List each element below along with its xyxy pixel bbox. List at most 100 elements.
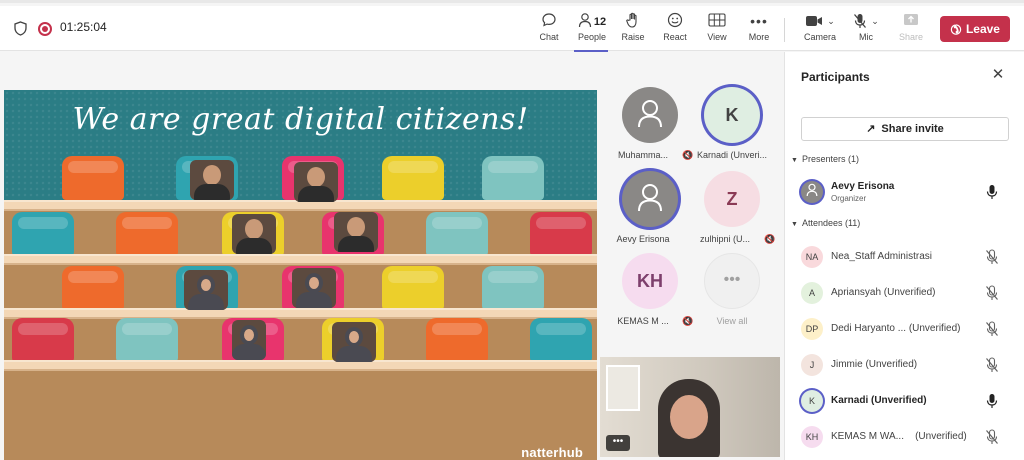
chair bbox=[530, 318, 592, 362]
chair bbox=[382, 156, 444, 200]
chevron-down-icon[interactable]: ⌄ bbox=[827, 16, 835, 26]
view-button[interactable]: View bbox=[695, 10, 739, 48]
video-options-button[interactable]: ••• bbox=[606, 435, 630, 451]
participant-row-kemas[interactable]: KH KEMAS M WA... (Unverified) bbox=[785, 423, 1023, 451]
gallery-tile-karnadi[interactable]: K Karnadi (Unveri... bbox=[686, 87, 778, 169]
chevron-down-icon[interactable]: ⌄ bbox=[871, 16, 879, 26]
mic-button[interactable]: ⌄ Mic bbox=[844, 10, 888, 48]
leave-button[interactable]: ✆Leave bbox=[940, 16, 1010, 42]
student-photo bbox=[232, 214, 276, 254]
student-photo bbox=[190, 160, 234, 200]
avatar bbox=[801, 181, 823, 203]
desk bbox=[4, 254, 597, 265]
participant-row-dedi-haryanto[interactable]: DP Dedi Haryanto ... (Unverified) bbox=[785, 315, 1023, 343]
chair bbox=[482, 266, 544, 310]
gallery-tile-kemas[interactable]: KH KEMAS M ... 🔇 bbox=[604, 253, 696, 335]
student-photo bbox=[184, 270, 228, 310]
camera-button[interactable]: ⌄ Camera bbox=[796, 10, 844, 48]
panel-title: Participants bbox=[801, 70, 870, 84]
chair bbox=[62, 156, 124, 200]
gallery-tile-muhamma[interactable]: Muhamma... 🔇 bbox=[604, 87, 696, 169]
participant-row-nea-staff[interactable]: NA Nea_Staff Administrasi bbox=[785, 243, 1023, 271]
raise-hand-button[interactable]: Raise bbox=[611, 10, 655, 48]
chair bbox=[116, 212, 178, 256]
share-button[interactable]: Share bbox=[889, 10, 933, 48]
presenters-section-toggle[interactable]: ▼ Presenters (1) bbox=[791, 154, 859, 164]
person-icon bbox=[638, 100, 662, 128]
gallery-name: Karnadi (Unveri... bbox=[696, 150, 768, 160]
shared-content-slide[interactable]: We are great digital citizens! natterhub bbox=[4, 90, 597, 460]
chair bbox=[116, 318, 178, 362]
participant-row-apriansyah[interactable]: A Apriansyah (Unverified) bbox=[785, 279, 1023, 307]
student-photo bbox=[292, 268, 336, 308]
camera-label: Camera bbox=[803, 32, 836, 42]
participant-name: KEMAS M WA... (Unverified) bbox=[831, 431, 967, 442]
react-button[interactable]: React bbox=[653, 10, 697, 48]
people-icon bbox=[578, 13, 591, 28]
more-icon: ••• bbox=[750, 13, 768, 29]
gallery-tile-zulhipni[interactable]: Z zulhipni (U... 🔇 bbox=[686, 171, 778, 253]
avatar: DP bbox=[801, 318, 823, 340]
participant-name: Jimmie (Unverified) bbox=[831, 359, 918, 370]
collapse-triangle-icon: ▼ bbox=[791, 221, 798, 228]
avatar bbox=[622, 171, 678, 227]
avatar: K bbox=[704, 87, 760, 143]
gallery-name: zulhipni (U... bbox=[699, 234, 751, 244]
hand-icon bbox=[611, 10, 655, 32]
avatar: KH bbox=[801, 426, 823, 448]
avatar: A bbox=[801, 282, 823, 304]
gallery-tile-aevy-erisona[interactable]: Aevy Erisona bbox=[604, 171, 696, 253]
people-count: 12 bbox=[593, 16, 607, 28]
gallery-name: Muhamma... bbox=[617, 150, 668, 160]
chair bbox=[426, 212, 488, 256]
gallery-name: KEMAS M ... bbox=[617, 316, 669, 326]
close-icon[interactable]: ✕ bbox=[989, 66, 1007, 84]
student-photo bbox=[294, 162, 338, 202]
shield-icon[interactable] bbox=[14, 21, 27, 36]
toolbar-divider bbox=[784, 18, 785, 42]
self-video-preview[interactable]: ••• bbox=[600, 357, 780, 457]
view-label: View bbox=[707, 32, 727, 42]
share-invite-button[interactable]: ↗ Share invite bbox=[801, 117, 1009, 141]
view-all-button[interactable]: ••• View all bbox=[686, 253, 778, 335]
mic-muted-icon bbox=[854, 14, 867, 28]
mic-muted-icon bbox=[986, 357, 998, 372]
participants-panel: Participants ✕ ↗ Share invite ▼ Presenters… bbox=[784, 52, 1024, 460]
view-all-label: View all bbox=[716, 316, 748, 326]
more-label: More bbox=[748, 32, 770, 42]
chair bbox=[482, 156, 544, 200]
participant-name: Karnadi (Unverified) bbox=[831, 395, 927, 406]
natterhub-logo: natterhub bbox=[521, 445, 583, 460]
participant-role: Organizer bbox=[831, 194, 867, 203]
participant-name: Dedi Haryanto ... (Unverified) bbox=[831, 323, 961, 334]
avatar: K bbox=[801, 390, 823, 412]
avatar: Z bbox=[704, 171, 760, 227]
mic-muted-icon: 🔇 bbox=[764, 234, 776, 244]
attendees-section-toggle[interactable]: ▼ Attendees (11) bbox=[791, 218, 860, 228]
avatar: NA bbox=[801, 246, 823, 268]
student-photo bbox=[232, 320, 266, 360]
participant-row-aevy-erisona[interactable]: Aevy Erisona Organizer bbox=[785, 178, 1023, 206]
student-photo bbox=[334, 212, 378, 252]
recording-icon bbox=[38, 22, 52, 36]
smiley-icon bbox=[653, 10, 697, 32]
mic-icon bbox=[986, 394, 998, 408]
participant-row-jimmie[interactable]: J Jimmie (Unverified) bbox=[785, 351, 1023, 379]
people-button[interactable]: 12 People bbox=[569, 10, 615, 52]
participant-row-karnadi[interactable]: K Karnadi (Unverified) bbox=[785, 387, 1023, 415]
slide-title: We are great digital citizens! bbox=[72, 102, 529, 137]
collapse-triangle-icon: ▼ bbox=[791, 157, 798, 164]
chat-label: Chat bbox=[539, 32, 559, 42]
more-button[interactable]: ••• More bbox=[737, 10, 781, 48]
chair bbox=[530, 212, 592, 256]
student-photo bbox=[332, 322, 376, 362]
chair bbox=[62, 266, 124, 310]
mic-muted-icon bbox=[986, 429, 998, 444]
person-icon bbox=[806, 183, 818, 197]
share-tray-icon bbox=[889, 10, 933, 32]
camera-icon bbox=[806, 16, 823, 26]
phone-icon: ✆ bbox=[946, 20, 965, 39]
chat-icon bbox=[527, 10, 571, 32]
avatar: J bbox=[801, 354, 823, 376]
chat-button[interactable]: Chat bbox=[527, 10, 571, 48]
